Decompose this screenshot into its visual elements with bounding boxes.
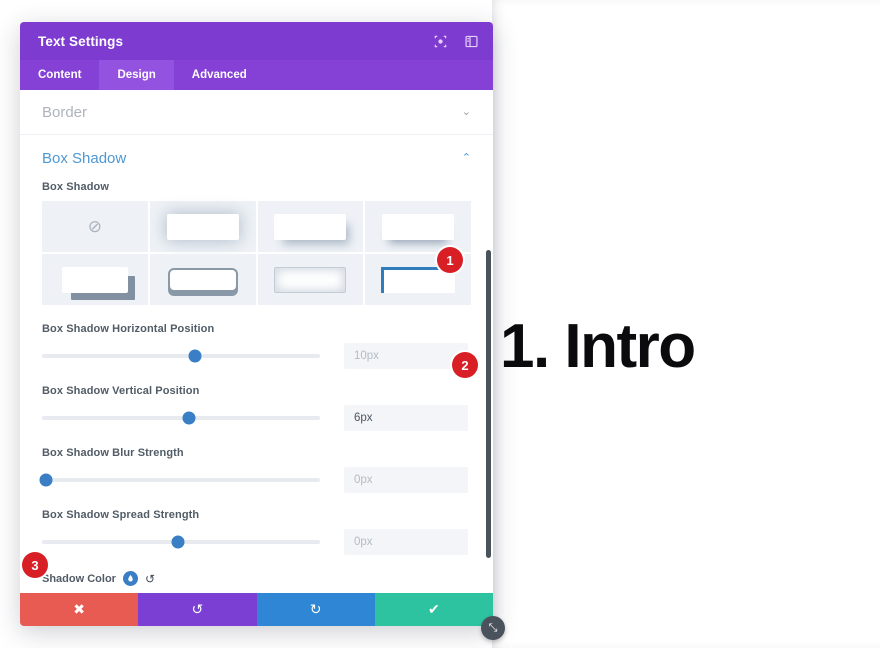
modal-footer: ✖ ↺ ↻ ✔ bbox=[20, 593, 493, 626]
section-border[interactable]: Border ⌄ bbox=[20, 90, 493, 135]
field-box-shadow-horizontal-position: Box Shadow Horizontal Position 10px bbox=[42, 323, 471, 369]
field-box-shadow-spread-strength: Box Shadow Spread Strength 0px bbox=[42, 509, 471, 555]
modal-body: Border ⌄ Box Shadow ⌃ Box Shadow ⊘ Box S… bbox=[20, 90, 493, 593]
annotation-badge-2: 2 bbox=[452, 352, 478, 378]
horizontal-position-slider[interactable] bbox=[42, 347, 320, 365]
horizontal-position-value[interactable]: 10px bbox=[344, 343, 468, 369]
preset-thumbnail bbox=[274, 213, 347, 240]
slider-row: 0px bbox=[42, 529, 471, 555]
slider-row: 6px bbox=[42, 405, 471, 431]
titlebar-icon-group bbox=[433, 34, 479, 49]
annotation-badge-1: 1 bbox=[437, 247, 463, 273]
field-box-shadow-vertical-position: Box Shadow Vertical Position 6px bbox=[42, 385, 471, 431]
slider-thumb[interactable] bbox=[39, 473, 53, 487]
cancel-button[interactable]: ✖ bbox=[20, 593, 139, 626]
slider-thumb[interactable] bbox=[182, 411, 196, 425]
slider-track bbox=[42, 478, 320, 482]
tab-content[interactable]: Content bbox=[20, 60, 99, 90]
annotation-badge-3: 3 bbox=[22, 552, 48, 578]
slider-label: Box Shadow Vertical Position bbox=[42, 385, 200, 397]
page-title: 1. Intro bbox=[500, 312, 696, 381]
chevron-up-icon: ⌃ bbox=[461, 151, 471, 164]
preset-hard-offset[interactable] bbox=[42, 254, 148, 305]
slider-track bbox=[42, 354, 320, 358]
vertical-position-value[interactable]: 6px bbox=[344, 405, 468, 431]
section-box-shadow-content: Box Shadow ⊘ Box Shadow Horizontal Posit… bbox=[20, 181, 493, 593]
slider-row: 0px bbox=[39, 467, 471, 493]
save-button[interactable]: ✔ bbox=[374, 593, 493, 626]
slider-label: Box Shadow Horizontal Position bbox=[42, 323, 215, 335]
tab-design[interactable]: Design bbox=[99, 60, 174, 90]
modal-scrollbar-thumb[interactable] bbox=[486, 250, 491, 558]
responsive-preview-icon[interactable] bbox=[433, 34, 448, 49]
chevron-down-icon: ⌄ bbox=[461, 105, 471, 118]
preset-thumbnail bbox=[274, 266, 347, 293]
slider-track bbox=[42, 416, 320, 420]
blur-strength-slider[interactable] bbox=[39, 471, 320, 489]
undo-button[interactable]: ↺ bbox=[138, 593, 257, 626]
preset-thumbnail bbox=[167, 267, 238, 292]
preset-outline-bottom[interactable] bbox=[149, 254, 256, 305]
section-border-title: Border bbox=[42, 103, 88, 121]
preset-thumbnail bbox=[382, 213, 455, 240]
box-shadow-preset-grid: ⊘ bbox=[42, 201, 471, 305]
panel-layout-icon[interactable] bbox=[464, 34, 479, 49]
preset-bottom-blur[interactable] bbox=[365, 201, 471, 252]
text-settings-modal: Text Settings Content Design Advanced Bo… bbox=[20, 22, 505, 640]
no-shadow-icon: ⊘ bbox=[87, 217, 102, 236]
shadow-color-label: Shadow Color bbox=[42, 572, 116, 585]
box-shadow-field-label: Box Shadow bbox=[42, 181, 110, 193]
shadow-color-header: Shadow Color ↺ bbox=[42, 571, 471, 586]
page-canvas: 1. Intro 1. Intro Text Settings bbox=[0, 0, 880, 648]
blur-strength-value[interactable]: 0px bbox=[344, 467, 468, 493]
reset-icon[interactable]: ↺ bbox=[145, 573, 155, 585]
preset-soft-glow[interactable] bbox=[149, 201, 256, 252]
preset-offset-drop[interactable] bbox=[257, 201, 364, 252]
modal-titlebar: Text Settings bbox=[20, 22, 493, 60]
slider-thumb[interactable] bbox=[188, 349, 202, 363]
modal-tab-bar: Content Design Advanced bbox=[20, 60, 493, 90]
preset-inner-glow[interactable] bbox=[257, 254, 364, 305]
slider-row: 10px bbox=[42, 343, 471, 369]
spread-strength-slider[interactable] bbox=[42, 533, 320, 551]
preset-none[interactable]: ⊘ bbox=[42, 201, 148, 252]
slider-thumb[interactable] bbox=[171, 535, 185, 549]
modal-title: Text Settings bbox=[38, 33, 124, 49]
field-box-shadow-blur-strength: Box Shadow Blur Strength 0px bbox=[39, 447, 471, 493]
modal-resize-handle[interactable]: ⤡ bbox=[481, 616, 505, 640]
preset-thumbnail bbox=[166, 213, 239, 240]
redo-button[interactable]: ↻ bbox=[256, 593, 375, 626]
section-box-shadow-header[interactable]: Box Shadow ⌃ bbox=[20, 135, 493, 181]
vertical-position-slider[interactable] bbox=[42, 409, 320, 427]
color-droplet-icon[interactable] bbox=[122, 571, 138, 586]
tab-advanced[interactable]: Advanced bbox=[174, 60, 265, 90]
spread-strength-value[interactable]: 0px bbox=[344, 529, 468, 555]
slider-label: Box Shadow Spread Strength bbox=[42, 509, 200, 521]
slider-label: Box Shadow Blur Strength bbox=[42, 447, 184, 459]
section-box-shadow-title: Box Shadow bbox=[42, 149, 127, 167]
preset-thumbnail bbox=[61, 266, 128, 293]
